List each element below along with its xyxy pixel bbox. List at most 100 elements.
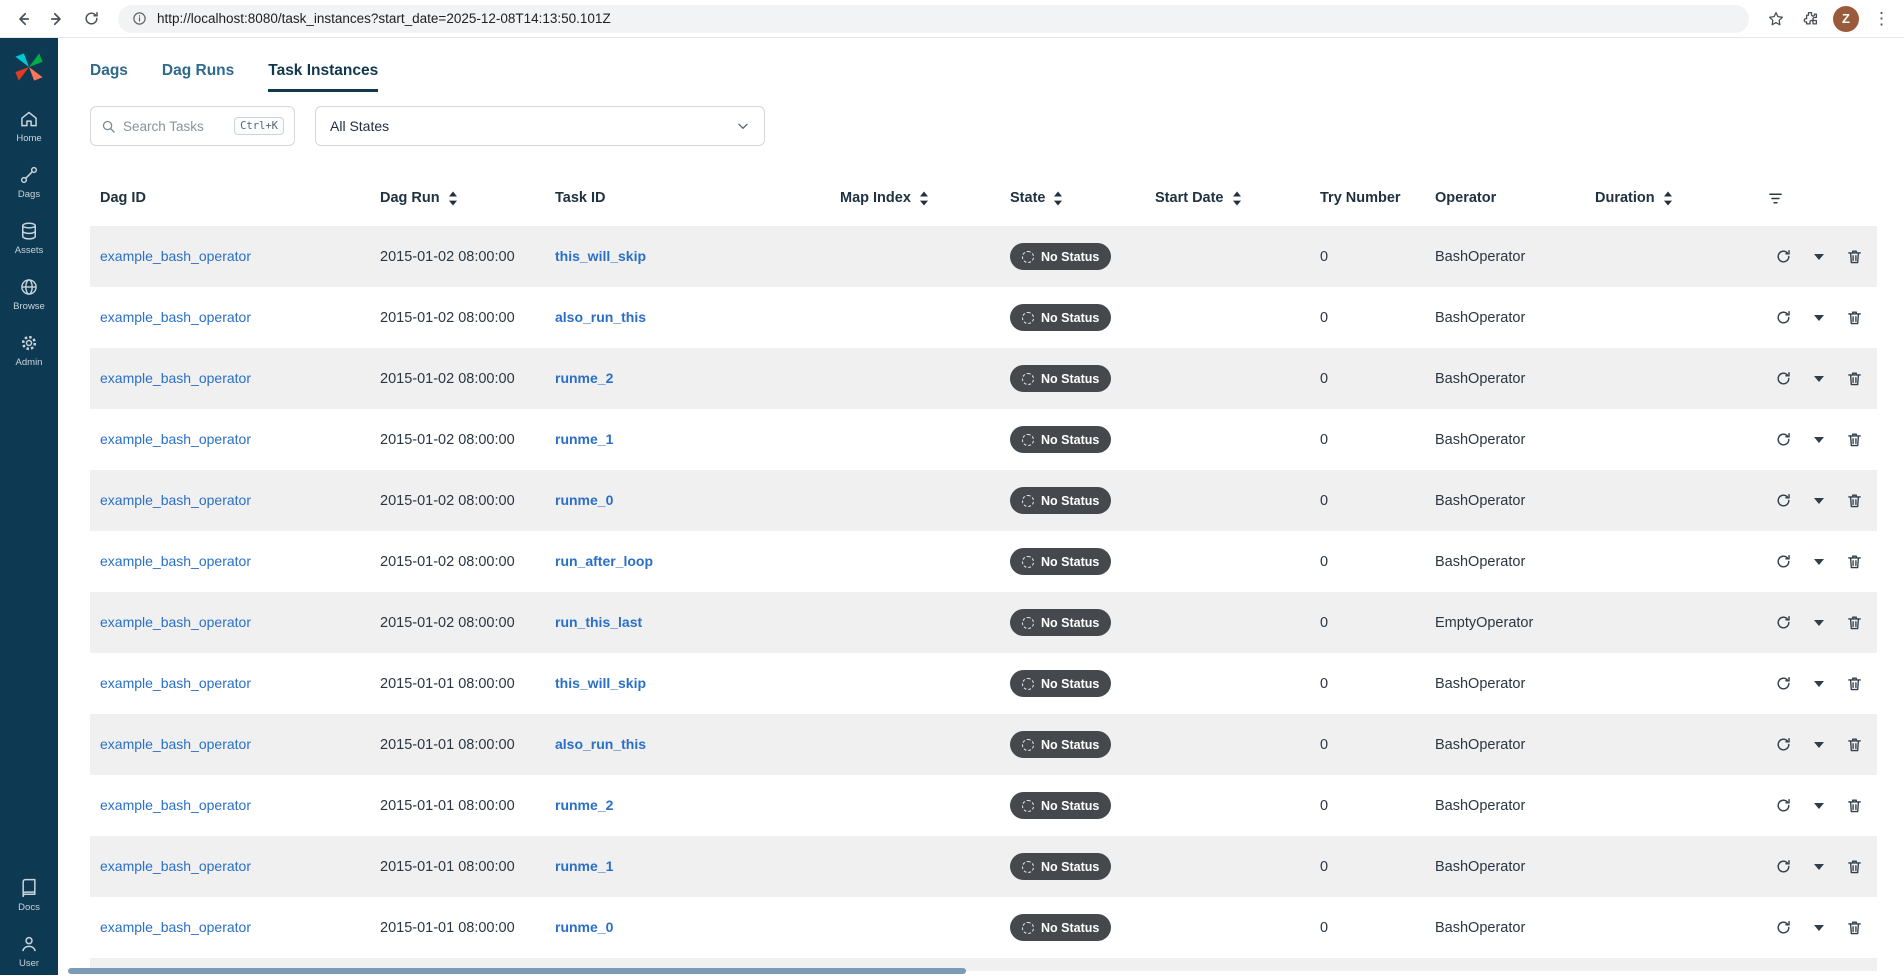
task-id-link[interactable]: this_will_skip	[555, 248, 646, 264]
dag-id-cell: example_bash_operator	[90, 919, 370, 936]
retry-icon[interactable]	[1775, 858, 1792, 875]
sidebar-item-home[interactable]: Home	[0, 109, 58, 144]
state-filter-select[interactable]: All States	[315, 106, 765, 146]
row-menu-caret-icon[interactable]	[1814, 375, 1824, 382]
delete-icon[interactable]	[1846, 370, 1863, 387]
sort-icon[interactable]	[919, 190, 929, 206]
tab-dag-runs[interactable]: Dag Runs	[162, 62, 234, 92]
task-id-link[interactable]: runme_0	[555, 919, 613, 935]
col-header-start-date[interactable]: Start Date	[1145, 190, 1310, 206]
sidebar-item-user[interactable]: User	[0, 934, 58, 969]
search-tasks-box[interactable]: Ctrl+K	[90, 106, 295, 146]
dag-id-link[interactable]: example_bash_operator	[100, 736, 251, 752]
dag-id-link[interactable]: example_bash_operator	[100, 370, 251, 386]
delete-icon[interactable]	[1846, 553, 1863, 570]
retry-icon[interactable]	[1775, 797, 1792, 814]
delete-icon[interactable]	[1846, 675, 1863, 692]
delete-icon[interactable]	[1846, 858, 1863, 875]
retry-icon[interactable]	[1775, 248, 1792, 265]
sidebar-item-assets[interactable]: Assets	[0, 221, 58, 256]
airflow-logo[interactable]	[12, 50, 46, 89]
row-menu-caret-icon[interactable]	[1814, 680, 1824, 687]
task-id-link[interactable]: runme_1	[555, 431, 613, 447]
dag-id-link[interactable]: example_bash_operator	[100, 553, 251, 569]
dag-id-link[interactable]: example_bash_operator	[100, 492, 251, 508]
dag-id-link[interactable]: example_bash_operator	[100, 431, 251, 447]
row-menu-caret-icon[interactable]	[1814, 863, 1824, 870]
dag-id-link[interactable]: example_bash_operator	[100, 675, 251, 691]
task-id-link[interactable]: also_run_this	[555, 309, 646, 325]
delete-icon[interactable]	[1846, 309, 1863, 326]
forward-icon[interactable]	[46, 8, 68, 30]
task-id-link[interactable]: runme_1	[555, 858, 613, 874]
task-id-link[interactable]: also_run_this	[555, 736, 646, 752]
bookmark-star-icon[interactable]	[1765, 8, 1787, 30]
dag-id-link[interactable]: example_bash_operator	[100, 248, 251, 264]
delete-icon[interactable]	[1846, 614, 1863, 631]
retry-icon[interactable]	[1775, 614, 1792, 631]
row-menu-caret-icon[interactable]	[1814, 741, 1824, 748]
row-menu-caret-icon[interactable]	[1814, 924, 1824, 931]
sidebar-item-dags[interactable]: Dags	[0, 165, 58, 200]
browser-menu-icon[interactable]: ⋮	[1871, 9, 1892, 29]
tab-task-instances[interactable]: Task Instances	[268, 62, 379, 92]
dag-id-link[interactable]: example_bash_operator	[100, 614, 251, 630]
col-header-state[interactable]: State	[1000, 190, 1145, 206]
dag-id-link[interactable]: example_bash_operator	[100, 797, 251, 813]
reload-icon[interactable]	[80, 8, 102, 30]
delete-icon[interactable]	[1846, 736, 1863, 753]
sort-icon[interactable]	[448, 190, 458, 206]
task-id-link[interactable]: run_after_loop	[555, 553, 653, 569]
row-menu-caret-icon[interactable]	[1814, 497, 1824, 504]
retry-icon[interactable]	[1775, 553, 1792, 570]
row-actions	[1715, 553, 1877, 570]
retry-icon[interactable]	[1775, 736, 1792, 753]
page-info-icon[interactable]	[132, 11, 147, 26]
dag-id-link[interactable]: example_bash_operator	[100, 919, 251, 935]
browser-profile-avatar[interactable]: Z	[1833, 5, 1859, 32]
delete-icon[interactable]	[1846, 248, 1863, 265]
delete-icon[interactable]	[1846, 492, 1863, 509]
task-id-link[interactable]: runme_2	[555, 797, 613, 813]
col-header-duration[interactable]: Duration	[1585, 190, 1715, 206]
retry-icon[interactable]	[1775, 309, 1792, 326]
dag-id-cell: example_bash_operator	[90, 553, 370, 570]
sort-icon[interactable]	[1053, 190, 1063, 206]
retry-icon[interactable]	[1775, 492, 1792, 509]
retry-icon[interactable]	[1775, 370, 1792, 387]
search-tasks-input[interactable]	[123, 118, 228, 134]
row-menu-caret-icon[interactable]	[1814, 314, 1824, 321]
dags-icon	[19, 165, 39, 185]
horizontal-scrollbar-thumb[interactable]	[68, 968, 966, 974]
dag-id-link[interactable]: example_bash_operator	[100, 309, 251, 325]
tab-dags[interactable]: Dags	[90, 62, 128, 92]
sidebar-item-admin[interactable]: Admin	[0, 333, 58, 368]
address-bar[interactable]: http://localhost:8080/task_instances?sta…	[118, 4, 1749, 33]
dag-id-link[interactable]: example_bash_operator	[100, 858, 251, 874]
sidebar-item-docs[interactable]: Docs	[0, 878, 58, 913]
retry-icon[interactable]	[1775, 919, 1792, 936]
row-menu-caret-icon[interactable]	[1814, 253, 1824, 260]
row-menu-caret-icon[interactable]	[1814, 436, 1824, 443]
delete-icon[interactable]	[1846, 431, 1863, 448]
retry-icon[interactable]	[1775, 431, 1792, 448]
sort-icon[interactable]	[1663, 190, 1673, 206]
delete-icon[interactable]	[1846, 797, 1863, 814]
delete-icon[interactable]	[1846, 919, 1863, 936]
col-header-map-index[interactable]: Map Index	[830, 190, 1000, 206]
row-menu-caret-icon[interactable]	[1814, 558, 1824, 565]
task-id-link[interactable]: runme_0	[555, 492, 613, 508]
row-menu-caret-icon[interactable]	[1814, 619, 1824, 626]
task-id-link[interactable]: this_will_skip	[555, 675, 646, 691]
filter-icon[interactable]	[1767, 190, 1784, 207]
sort-icon[interactable]	[1232, 190, 1242, 206]
col-header-dag-run[interactable]: Dag Run	[370, 190, 545, 206]
sidebar-item-browse[interactable]: Browse	[0, 277, 58, 312]
task-id-link[interactable]: runme_2	[555, 370, 613, 386]
state-badge: No Status	[1010, 365, 1112, 392]
extensions-icon[interactable]	[1799, 8, 1821, 30]
row-menu-caret-icon[interactable]	[1814, 802, 1824, 809]
task-id-link[interactable]: run_this_last	[555, 614, 642, 630]
back-icon[interactable]	[12, 8, 34, 30]
retry-icon[interactable]	[1775, 675, 1792, 692]
